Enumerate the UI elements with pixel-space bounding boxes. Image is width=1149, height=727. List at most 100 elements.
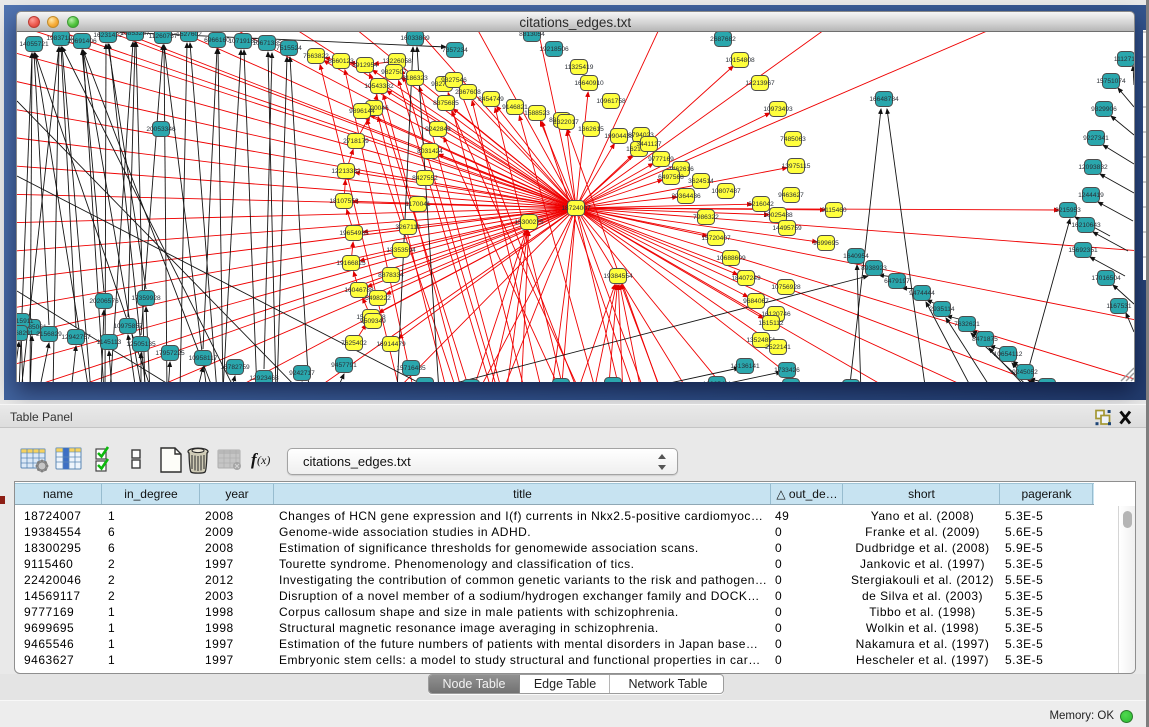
svg-text:1362615: 1362615 (578, 126, 604, 133)
svg-text:9463627: 9463627 (778, 192, 804, 199)
svg-text:6497568: 6497568 (658, 174, 684, 181)
svg-text:15692351: 15692351 (1068, 247, 1098, 254)
svg-text:11260757: 11260757 (149, 33, 178, 40)
svg-text:1615112: 1615112 (758, 320, 784, 327)
svg-text:8454749: 8454749 (478, 96, 504, 103)
svg-text:12505135: 12505135 (126, 341, 156, 348)
svg-text:11568291: 11568291 (17, 330, 34, 337)
svg-text:9509349: 9509349 (360, 318, 386, 325)
svg-text:9457791: 9457791 (331, 362, 357, 369)
svg-text:19218506: 19218506 (539, 46, 569, 53)
svg-text:8427552: 8427552 (412, 175, 438, 182)
svg-text:10973493: 10973493 (763, 106, 793, 113)
svg-text:17359928: 17359928 (131, 295, 161, 302)
svg-text:12923468: 12923468 (249, 375, 279, 382)
svg-text:20364436: 20364436 (671, 193, 701, 200)
svg-text:6479197: 6479197 (884, 278, 910, 285)
svg-text:7663822: 7663822 (303, 53, 329, 60)
svg-text:9227341: 9227341 (1083, 135, 1109, 142)
svg-text:18407249: 18407249 (731, 275, 761, 282)
svg-text:2522141: 2522141 (765, 344, 791, 351)
svg-text:1322017: 1322017 (553, 119, 579, 126)
svg-text:9245052: 9245052 (1012, 369, 1038, 376)
svg-text:10853287: 10853287 (120, 32, 150, 37)
svg-text:9327546: 9327546 (441, 77, 467, 84)
svg-text:20053346: 20053346 (146, 126, 176, 133)
svg-text:1145113: 1145113 (97, 339, 122, 346)
svg-text:15720407: 15720407 (701, 235, 731, 242)
svg-text:11325419: 11325419 (565, 64, 594, 71)
svg-text:8938923: 8938923 (861, 265, 887, 272)
svg-text:9115460: 9115460 (821, 207, 847, 214)
svg-text:16782759: 16782759 (220, 364, 250, 371)
svg-text:12093832: 12093832 (1078, 164, 1108, 171)
svg-text:1244419: 1244419 (1078, 192, 1104, 199)
svg-text:3215953: 3215953 (1055, 207, 1081, 214)
svg-text:9699695: 9699695 (813, 240, 839, 247)
svg-text:14136141: 14136141 (730, 363, 760, 370)
svg-text:10543382: 10543382 (364, 83, 394, 90)
svg-text:1640954: 1640954 (843, 253, 869, 260)
svg-text:16210643: 16210643 (1071, 222, 1101, 229)
svg-text:20206576: 20206576 (89, 298, 119, 305)
svg-text:9684067: 9684067 (743, 298, 769, 305)
svg-text:18724007: 18724007 (561, 205, 591, 212)
svg-text:19654985: 19654985 (339, 230, 369, 237)
svg-text:2718179: 2718179 (343, 138, 369, 145)
svg-text:7485063: 7485063 (780, 136, 806, 143)
svg-text:19166825: 19166825 (336, 260, 366, 267)
svg-text:8186323: 8186323 (402, 75, 428, 82)
svg-text:19384554: 19384554 (603, 273, 633, 280)
svg-text:8471875: 8471875 (972, 336, 998, 343)
svg-text:10958117: 10958117 (189, 355, 218, 362)
svg-text:13353594: 13353594 (386, 247, 416, 254)
svg-text:9777169: 9777169 (648, 156, 674, 163)
svg-text:5498222: 5498222 (365, 295, 391, 302)
svg-text:12213382: 12213382 (331, 168, 361, 175)
svg-text:7357234: 7357234 (442, 47, 468, 54)
svg-text:10807487: 10807487 (711, 188, 741, 195)
svg-text:16648784: 16648784 (869, 96, 899, 103)
svg-text:7625402: 7625402 (341, 340, 367, 347)
svg-text:8878334: 8878334 (378, 272, 404, 279)
svg-text:6216042: 6216042 (748, 201, 774, 208)
svg-text:2367608: 2367608 (455, 89, 481, 96)
svg-text:7515524: 7515524 (276, 45, 302, 52)
svg-text:16033809: 16033809 (400, 35, 430, 42)
svg-text:17957225: 17957225 (155, 350, 185, 357)
svg-text:16231422: 16231422 (93, 32, 123, 39)
svg-text:3912954: 3912954 (352, 62, 378, 69)
svg-text:7986322: 7986322 (693, 214, 719, 221)
svg-text:9242848: 9242848 (425, 126, 451, 133)
svg-text:8031424: 8031424 (417, 148, 443, 155)
svg-text:7632621: 7632621 (954, 321, 980, 328)
svg-text:(x): (x) (257, 453, 270, 467)
svg-text:10654112: 10654112 (994, 351, 1023, 358)
svg-text:8660123: 8660123 (328, 58, 354, 65)
svg-text:12942757: 12942757 (61, 334, 91, 341)
svg-text:14495759: 14495759 (772, 225, 802, 232)
svg-text:15716485: 15716485 (396, 365, 426, 372)
svg-text:3915911: 3915911 (17, 318, 34, 325)
svg-text:15300275: 15300275 (514, 219, 544, 226)
svg-text:1167531: 1167531 (1106, 303, 1132, 310)
svg-text:16914479: 16914479 (376, 341, 406, 348)
svg-text:1527602: 1527602 (176, 32, 202, 38)
svg-text:15751074: 15751074 (1096, 78, 1126, 85)
svg-text:6966160: 6966160 (204, 37, 230, 44)
svg-text:20691406: 20691406 (67, 38, 97, 45)
svg-text:1170041: 1170041 (405, 201, 431, 208)
svg-text:10688609: 10688609 (716, 255, 746, 262)
svg-text:14055721: 14055721 (19, 41, 49, 48)
svg-text:1588523: 1588523 (524, 110, 550, 117)
svg-text:9329906: 9329906 (1091, 106, 1117, 113)
svg-text:1733426: 1733426 (774, 367, 800, 374)
svg-text:17016504: 17016504 (1091, 275, 1121, 282)
svg-text:16640910: 16640910 (574, 80, 604, 87)
svg-text:9242717: 9242717 (289, 370, 315, 377)
svg-text:12213967: 12213967 (745, 80, 775, 87)
svg-text:10961758: 10961758 (596, 98, 626, 105)
svg-text:9896144: 9896144 (349, 108, 375, 115)
svg-text:10975857: 10975857 (113, 323, 143, 330)
svg-text:8375685: 8375685 (433, 100, 459, 107)
